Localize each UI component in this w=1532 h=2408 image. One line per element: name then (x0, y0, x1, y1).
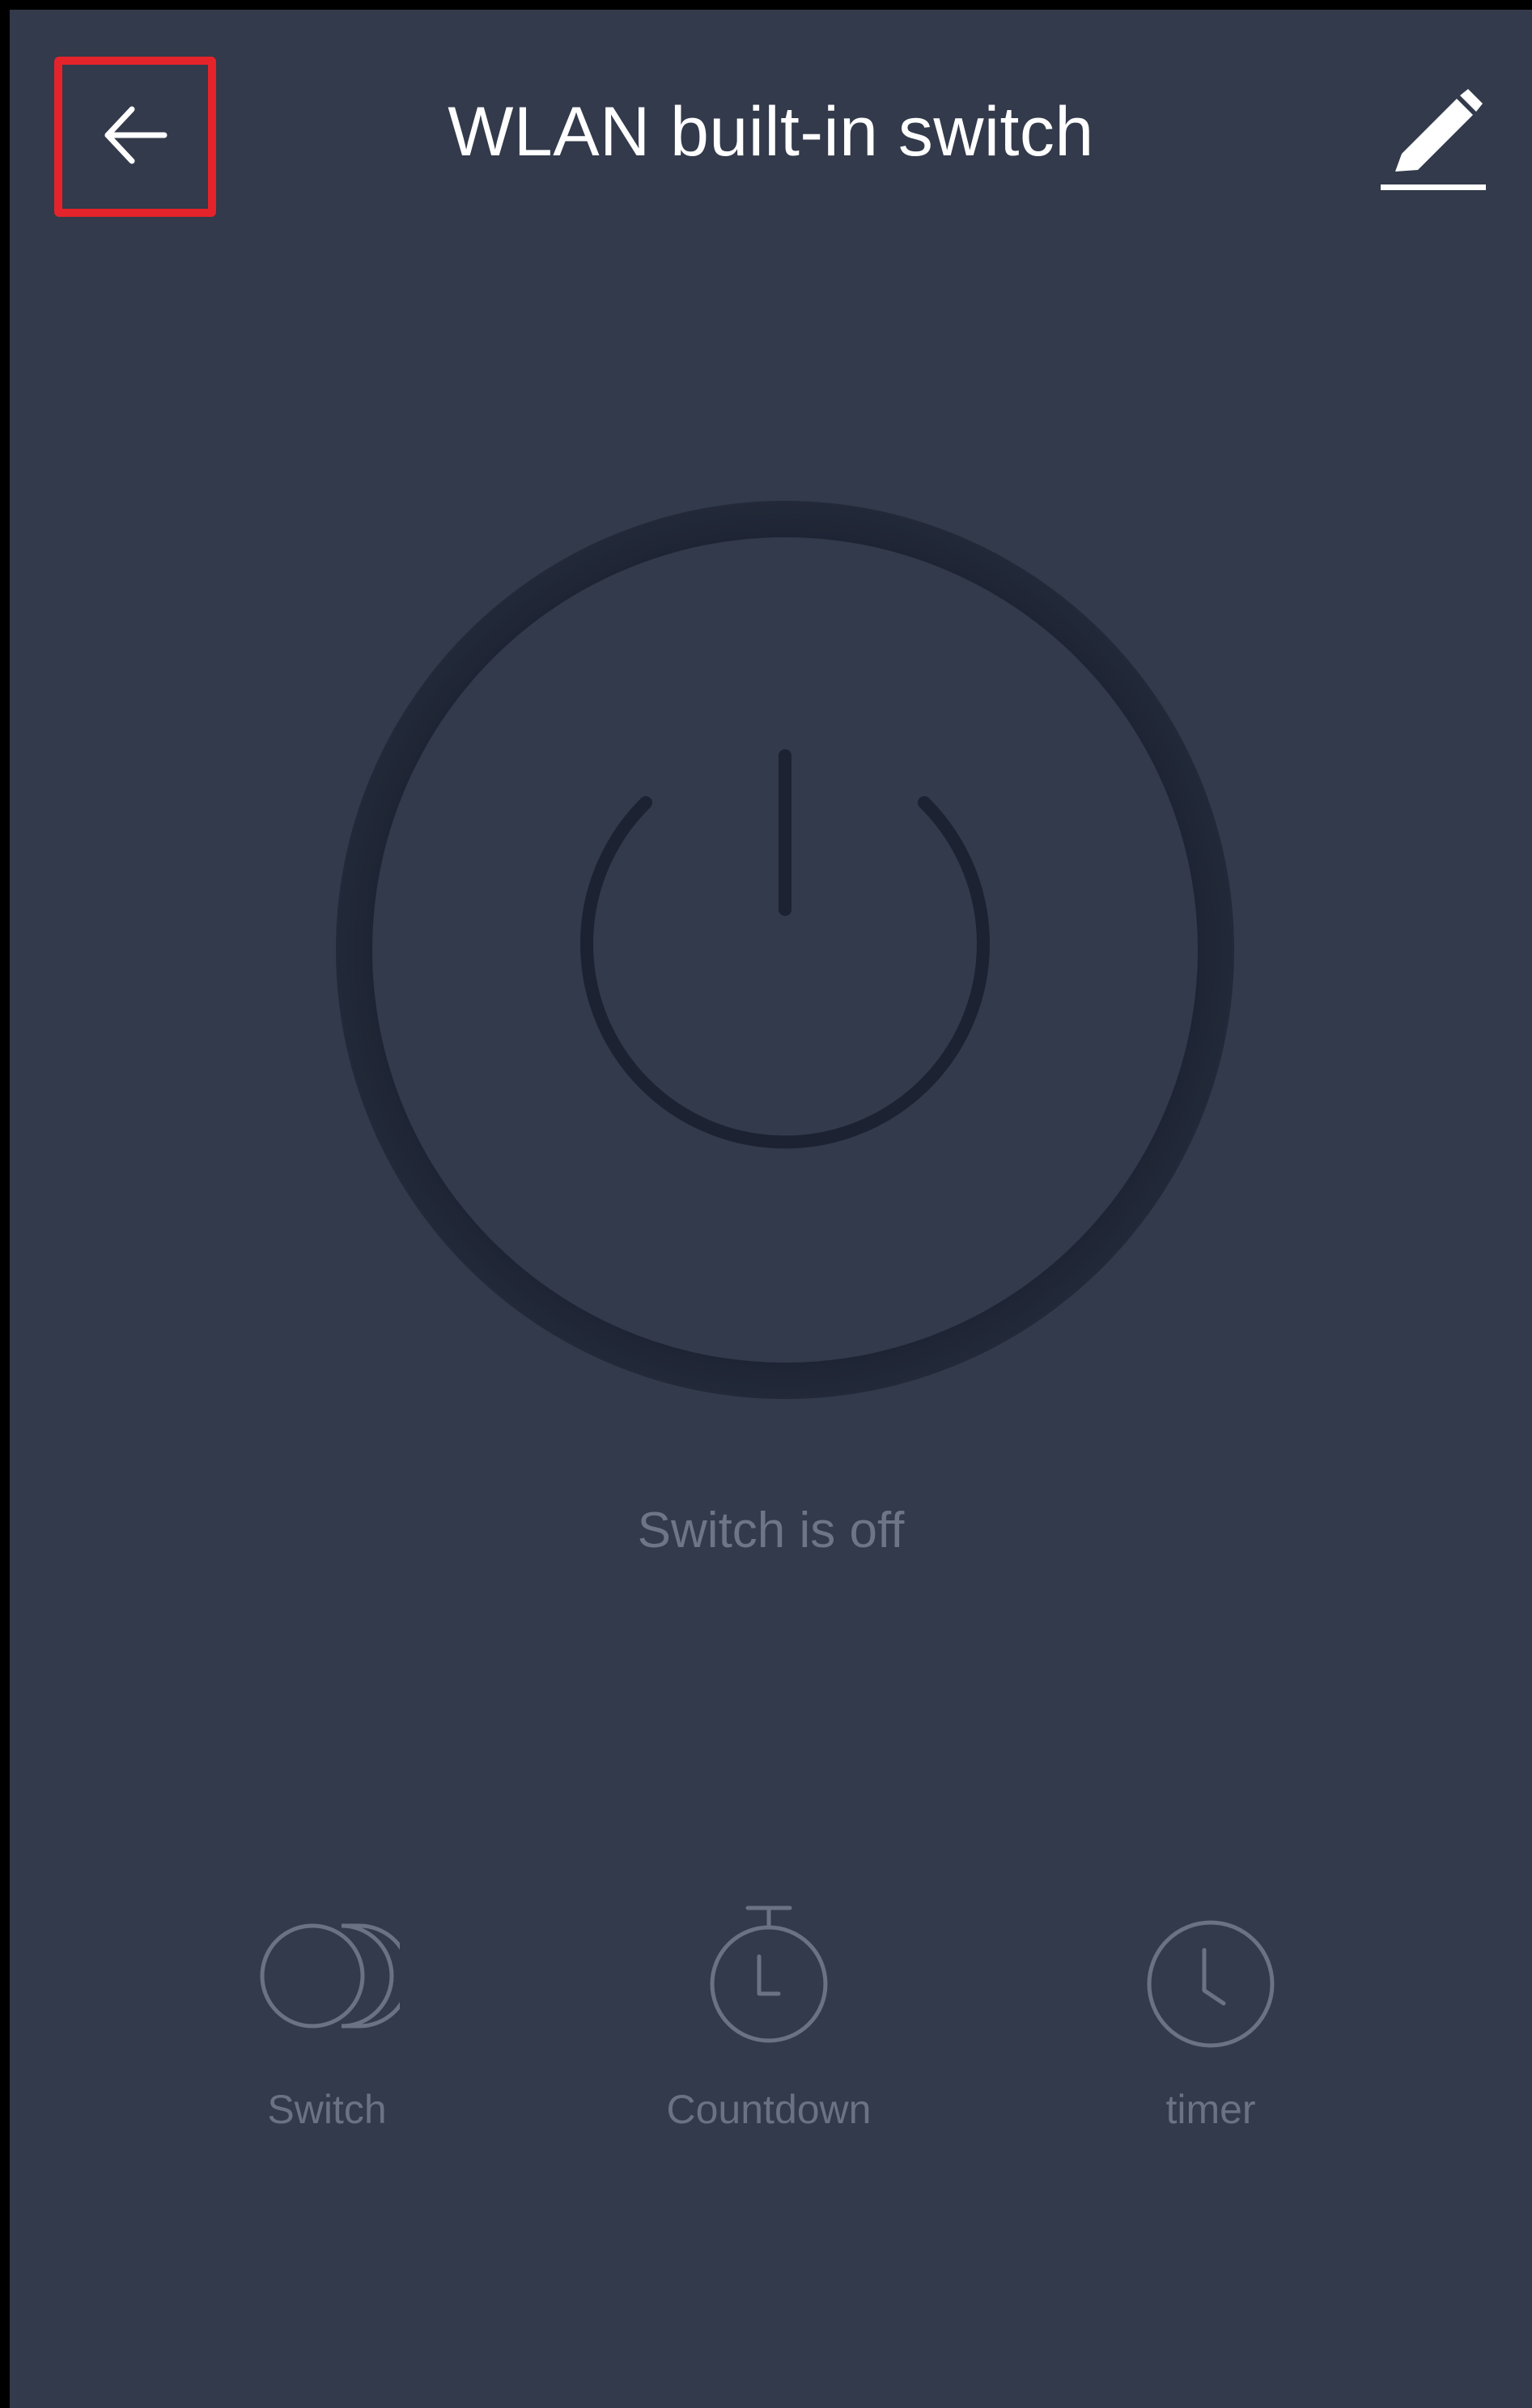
countdown-action-label: Countdown (666, 2087, 872, 2132)
countdown-action-button[interactable]: Countdown (623, 1903, 915, 2146)
timer-action-label: timer (1165, 2087, 1256, 2132)
power-icon (336, 501, 1234, 1399)
pencil-icon (1377, 89, 1491, 201)
device-screen: WLAN built-in switch Switch is off Switc… (10, 10, 1532, 2408)
clock-icon (1138, 1903, 1284, 2053)
switch-action-label: Switch (267, 2087, 387, 2132)
edit-button[interactable] (1377, 84, 1491, 197)
switch-toggle-icon (254, 1903, 412, 2053)
page-title: WLAN built-in switch (448, 93, 1094, 171)
switch-action-button[interactable]: Switch (181, 1903, 473, 2146)
power-button[interactable] (324, 489, 1246, 1411)
stopwatch-icon (696, 1903, 842, 2053)
timer-action-button[interactable]: timer (1065, 1903, 1356, 2146)
switch-status-text: Switch is off (637, 1503, 905, 1558)
